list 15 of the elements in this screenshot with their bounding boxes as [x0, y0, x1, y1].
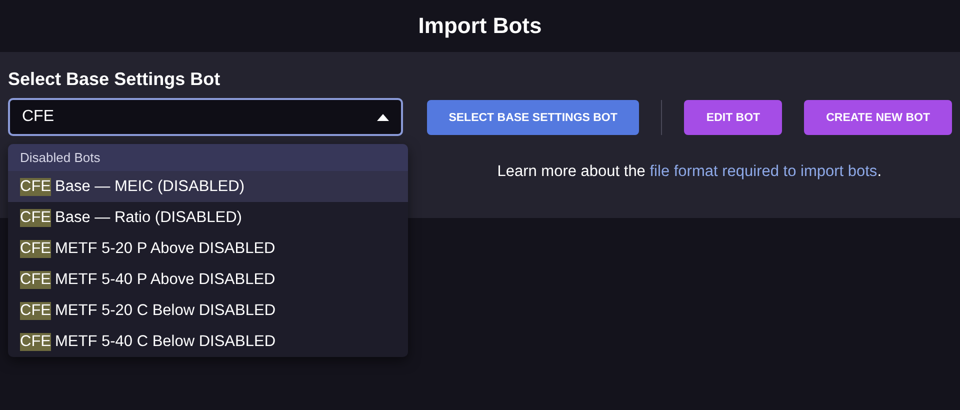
page-title: Import Bots [417, 12, 543, 40]
dropdown-option[interactable]: CFE Base — MEIC (DISABLED) [8, 171, 408, 202]
action-button[interactable]: EDIT BOT [684, 100, 782, 135]
dropdown-option[interactable]: CFE METF 5-20 P Above DISABLED [8, 233, 408, 264]
action-button[interactable]: CREATE NEW BOT [804, 100, 952, 135]
section-label: Select Base Settings Bot [8, 69, 222, 90]
dropdown-option[interactable]: CFE METF 5-20 C Below DISABLED [8, 295, 408, 326]
info-text: Learn more about the file format required to import bots. [496, 163, 882, 181]
file-format-link[interactable]: file format required to import bots [650, 163, 878, 180]
dropdown-option[interactable]: CFE Base — Ratio (DISABLED) [8, 202, 408, 233]
dropdown-option[interactable]: CFE METF 5-40 P Above DISABLED [8, 264, 408, 295]
bot-select-field[interactable]: CFE [8, 98, 403, 136]
dropdown-option[interactable]: CFE METF 5-40 C Below DISABLED [8, 326, 408, 357]
select-button[interactable]: SELECT BASE SETTINGS BOT [426, 100, 640, 135]
group-heading: Disabled Bots [8, 144, 408, 171]
